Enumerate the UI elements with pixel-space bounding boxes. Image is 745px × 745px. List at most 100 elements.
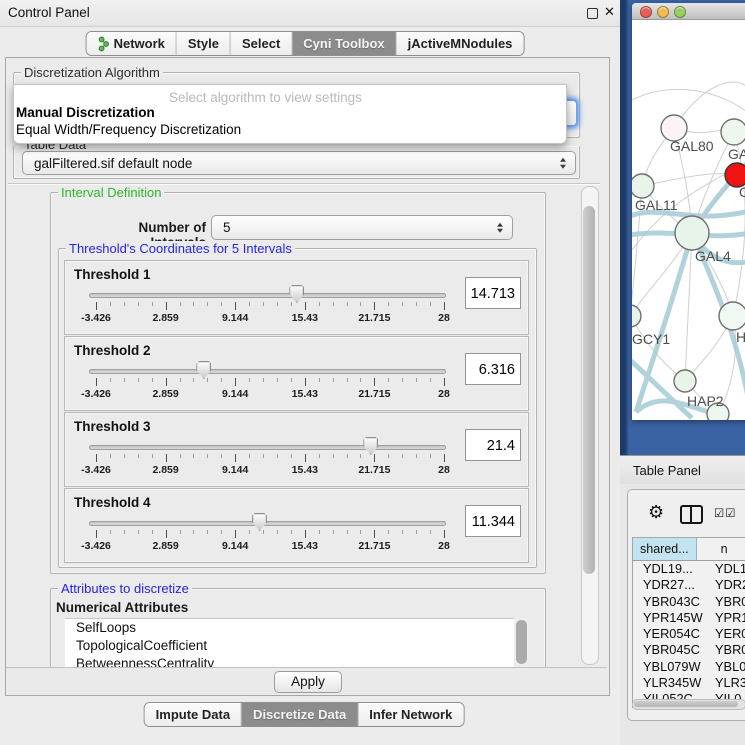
cell-name[interactable]: YDL1 bbox=[710, 561, 745, 577]
network-node-gal11[interactable] bbox=[632, 174, 654, 198]
gear-icon[interactable]: ⚙ bbox=[648, 502, 664, 523]
table-hscrollbar-thumb[interactable] bbox=[634, 701, 738, 708]
tab-infer-network[interactable]: Infer Network bbox=[358, 703, 463, 726]
tick-mark bbox=[166, 530, 167, 538]
tab-jactivemnodules[interactable]: jActiveMNodules bbox=[397, 32, 524, 55]
attributes-scrollbar-thumb[interactable] bbox=[516, 620, 527, 664]
table-row[interactable]: YPR145WYPR1 bbox=[633, 610, 745, 626]
slider-tick-labels: -3.4262.8599.14415.4321.71528 bbox=[96, 388, 444, 400]
network-node-gal4[interactable] bbox=[675, 216, 709, 250]
tab-select[interactable]: Select bbox=[231, 32, 292, 55]
tab-network[interactable]: Network bbox=[87, 32, 177, 55]
cell-shared-name[interactable]: YER054C bbox=[633, 626, 710, 642]
slider-track[interactable] bbox=[89, 369, 446, 374]
tab-style[interactable]: Style bbox=[177, 32, 231, 55]
tick-mark bbox=[430, 530, 431, 534]
tick-mark bbox=[249, 530, 250, 534]
tick-label: -3.426 bbox=[81, 464, 111, 476]
tick-label: 15.43 bbox=[292, 312, 318, 324]
cell-name[interactable]: YDR2 bbox=[710, 577, 745, 593]
slider-track[interactable] bbox=[89, 521, 446, 526]
close-icon[interactable]: ✕ bbox=[604, 4, 615, 20]
network-node-hap2[interactable] bbox=[674, 370, 696, 392]
threshold-value-box[interactable]: 11.344 bbox=[465, 505, 521, 537]
network-window-titlebar[interactable] bbox=[632, 3, 745, 20]
bottom-tab-bar: Impute Data Discretize Data Infer Networ… bbox=[144, 702, 465, 727]
table-data-combobox-value: galFiltered.sif default node bbox=[34, 156, 192, 171]
slider-thumb[interactable] bbox=[196, 361, 211, 379]
cell-name[interactable]: YBL0 bbox=[710, 659, 745, 675]
cell-shared-name[interactable]: YBR043C bbox=[633, 594, 710, 610]
slider-ticks bbox=[96, 530, 444, 539]
cell-name[interactable]: YER0 bbox=[710, 626, 745, 642]
column-layout-icon[interactable] bbox=[680, 505, 703, 524]
table-row[interactable]: YBL079WYBL0 bbox=[633, 659, 745, 675]
tick-mark bbox=[277, 530, 278, 534]
cell-name[interactable]: YBR0 bbox=[710, 594, 745, 610]
tick-mark bbox=[291, 530, 292, 534]
tick-mark bbox=[110, 530, 111, 534]
cell-name[interactable]: YPR1 bbox=[710, 610, 745, 626]
attribute-list-item[interactable]: TopologicalCoefficient bbox=[65, 637, 514, 655]
tab-discretize-data[interactable]: Discretize Data bbox=[242, 703, 358, 726]
slider-thumb[interactable] bbox=[252, 513, 267, 531]
slider-track[interactable] bbox=[89, 293, 446, 298]
attribute-list-item[interactable]: SelfLoops bbox=[65, 619, 514, 637]
column-header-shared-name[interactable]: shared... bbox=[633, 538, 697, 560]
select-columns-icon[interactable]: ☑☑ bbox=[714, 506, 737, 520]
table-row[interactable]: YER054CYER0 bbox=[633, 626, 745, 642]
slider-thumb[interactable] bbox=[289, 285, 304, 303]
algorithm-option[interactable]: Manual Discretization bbox=[16, 105, 155, 120]
zoom-traffic-light[interactable] bbox=[674, 6, 686, 18]
tab-impute-data[interactable]: Impute Data bbox=[145, 703, 242, 726]
tick-mark bbox=[333, 530, 334, 534]
network-node-gcy1[interactable] bbox=[632, 305, 641, 327]
table-hscrollbar-track[interactable] bbox=[632, 699, 745, 710]
slider-thumb[interactable] bbox=[363, 437, 378, 455]
tick-mark bbox=[333, 454, 334, 458]
threshold-value-box[interactable]: 14.713 bbox=[465, 277, 521, 309]
algorithm-option[interactable]: Equal Width/Frequency Discretization bbox=[16, 122, 241, 137]
tick-mark bbox=[374, 530, 375, 538]
cell-name[interactable]: YLR3 bbox=[710, 675, 745, 691]
threshold-value-box[interactable]: 21.4 bbox=[465, 429, 521, 461]
cell-name[interactable]: YBR0 bbox=[710, 642, 745, 658]
tab-cyni-toolbox[interactable]: Cyni Toolbox bbox=[292, 32, 396, 55]
tick-mark bbox=[193, 530, 194, 534]
apply-button[interactable]: Apply bbox=[274, 671, 342, 693]
network-node-h[interactable] bbox=[719, 302, 745, 330]
network-node-gal[interactable] bbox=[721, 119, 745, 145]
number-of-intervals-combobox[interactable]: 5 bbox=[211, 215, 513, 240]
table-row[interactable]: YLR345WYLR3 bbox=[633, 675, 745, 691]
slider-track[interactable] bbox=[89, 445, 446, 450]
column-header-name[interactable]: n bbox=[697, 538, 745, 560]
cell-shared-name[interactable]: YDR27... bbox=[633, 577, 710, 593]
network-window[interactable]: GAL80GALCGAL11GAL4GCY1HHAP2 bbox=[632, 3, 745, 420]
cell-shared-name[interactable]: YLR345W bbox=[633, 675, 710, 691]
threshold-value-box[interactable]: 6.316 bbox=[465, 353, 521, 385]
cell-shared-name[interactable]: YPR145W bbox=[633, 610, 710, 626]
table-row[interactable]: YDL19...YDL1 bbox=[633, 561, 745, 577]
minimize-traffic-light[interactable] bbox=[657, 6, 669, 18]
table-row[interactable]: YBR045CYBR0 bbox=[633, 642, 745, 658]
float-window-icon[interactable] bbox=[587, 8, 598, 19]
network-canvas[interactable]: GAL80GALCGAL11GAL4GCY1HHAP2 bbox=[632, 20, 745, 420]
cell-shared-name[interactable]: YBR045C bbox=[633, 642, 710, 658]
close-traffic-light[interactable] bbox=[640, 6, 652, 18]
tab-label: Discretize Data bbox=[253, 707, 346, 722]
tab-label: Cyni Toolbox bbox=[303, 36, 384, 51]
combo-stepper-icon bbox=[560, 158, 566, 169]
numerical-attributes-list[interactable]: SelfLoopsTopologicalCoefficientBetweenne… bbox=[65, 618, 514, 667]
tick-mark bbox=[124, 302, 125, 306]
slider-ticks bbox=[96, 454, 444, 463]
tick-label: 21.715 bbox=[358, 388, 390, 400]
tick-mark bbox=[124, 378, 125, 382]
attribute-list-item[interactable]: BetweennessCentrality bbox=[65, 655, 514, 667]
table-row[interactable]: YDR27...YDR2 bbox=[633, 577, 745, 593]
cell-shared-name[interactable]: YDL19... bbox=[633, 561, 710, 577]
cell-shared-name[interactable]: YBL079W bbox=[633, 659, 710, 675]
table-data-combobox[interactable]: galFiltered.sif default node bbox=[22, 151, 576, 175]
table-row[interactable]: YBR043CYBR0 bbox=[633, 594, 745, 610]
network-node-label: GAL bbox=[728, 146, 745, 162]
panel-scrollbar-thumb[interactable] bbox=[583, 206, 595, 574]
